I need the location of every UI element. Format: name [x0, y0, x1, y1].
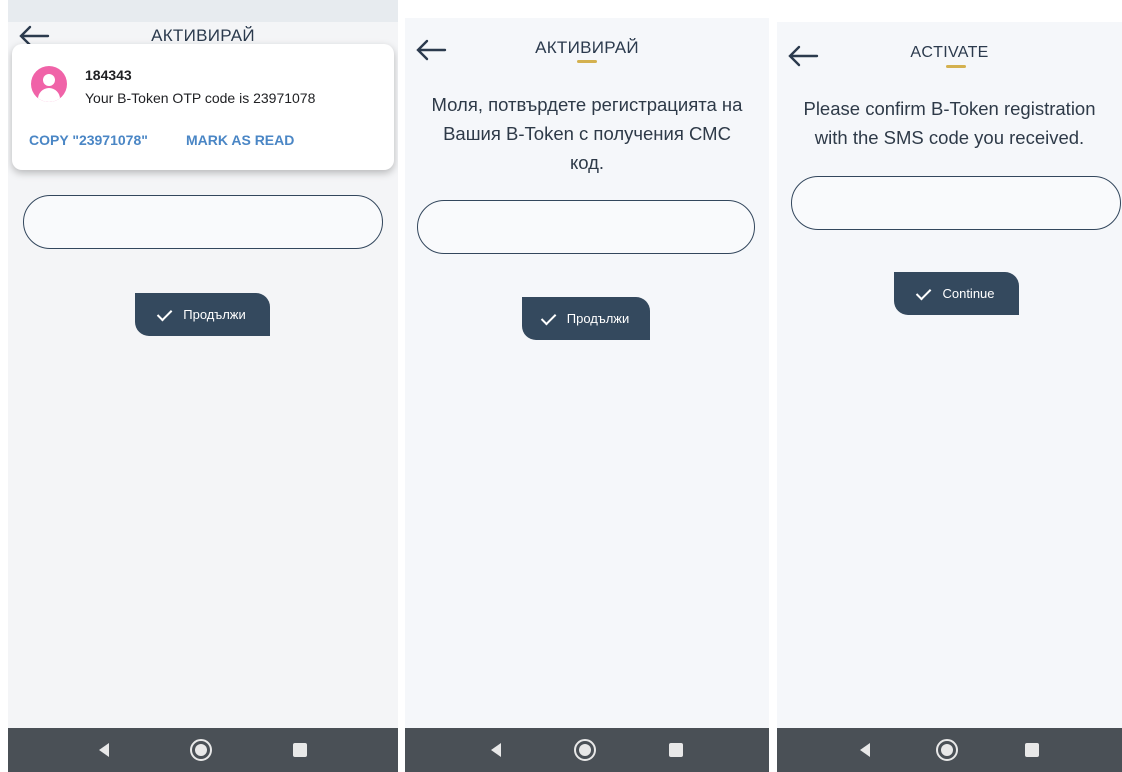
continue-label: Продължи: [566, 311, 630, 326]
page-title: АКТИВИРАЙ: [535, 38, 639, 57]
triangle-back-icon[interactable]: [860, 743, 871, 757]
intro-line: Вашия B-Token с получения СМС: [443, 123, 731, 144]
sms-notification[interactable]: 184343 Your B-Token OTP code is 23971078…: [12, 44, 394, 170]
circle-home-icon[interactable]: [189, 739, 212, 761]
page-title: АКТИВИРАЙ: [151, 26, 255, 45]
square-recents-icon[interactable]: [668, 743, 683, 757]
screen-bulgarian-with-notification: АКТИВИРАЙ 184343 Your B-Token OTP code i…: [8, 0, 398, 772]
intro-text: Моля, потвърдете регистрацията на Вашия …: [405, 90, 769, 177]
android-nav-bar: [405, 728, 769, 772]
continue-button[interactable]: Continue: [894, 272, 1019, 315]
square-recents-icon[interactable]: [293, 743, 308, 757]
continue-label: Продължи: [183, 307, 246, 322]
continue-label: Continue: [942, 286, 995, 301]
sms-code-input[interactable]: [417, 200, 755, 254]
status-bar: [8, 0, 398, 22]
title-underline: [946, 65, 966, 68]
person-avatar-icon: [31, 66, 67, 102]
checkmark-icon: [157, 305, 173, 321]
sms-code-input[interactable]: [791, 176, 1121, 230]
intro-line: Моля, потвърдете регистрацията на: [431, 94, 743, 115]
notification-message: Your B-Token OTP code is 23971078: [85, 90, 316, 106]
screen-english: ACTIVATE Please confirm B-Token registra…: [777, 22, 1122, 772]
checkmark-icon: [540, 309, 557, 325]
circle-home-icon[interactable]: [936, 739, 959, 761]
sms-code-input[interactable]: [23, 195, 383, 249]
circle-home-icon[interactable]: [573, 739, 596, 761]
intro-line: код.: [569, 152, 605, 173]
mark-as-read-button[interactable]: MARK AS READ: [186, 132, 294, 148]
triangle-back-icon[interactable]: [98, 743, 109, 757]
continue-button[interactable]: Продължи: [522, 297, 650, 340]
triangle-back-icon[interactable]: [491, 743, 502, 757]
title-underline: [577, 60, 597, 63]
android-nav-bar: [777, 728, 1122, 772]
intro-line: Please confirm B-Token registration: [803, 98, 1096, 119]
page-title: ACTIVATE: [910, 44, 989, 61]
checkmark-icon: [916, 284, 932, 300]
continue-button[interactable]: Продължи: [135, 293, 270, 336]
screen-bulgarian: АКТИВИРАЙ Моля, потвърдете регистрацията…: [405, 18, 769, 772]
android-nav-bar: [8, 728, 398, 772]
intro-line: with the SMS code you received.: [814, 127, 1085, 148]
notification-sender: 184343: [85, 67, 132, 83]
square-recents-icon[interactable]: [1024, 743, 1039, 757]
intro-text: Please confirm B-Token registration with…: [777, 94, 1122, 152]
copy-code-button[interactable]: COPY "23971078": [29, 132, 148, 148]
